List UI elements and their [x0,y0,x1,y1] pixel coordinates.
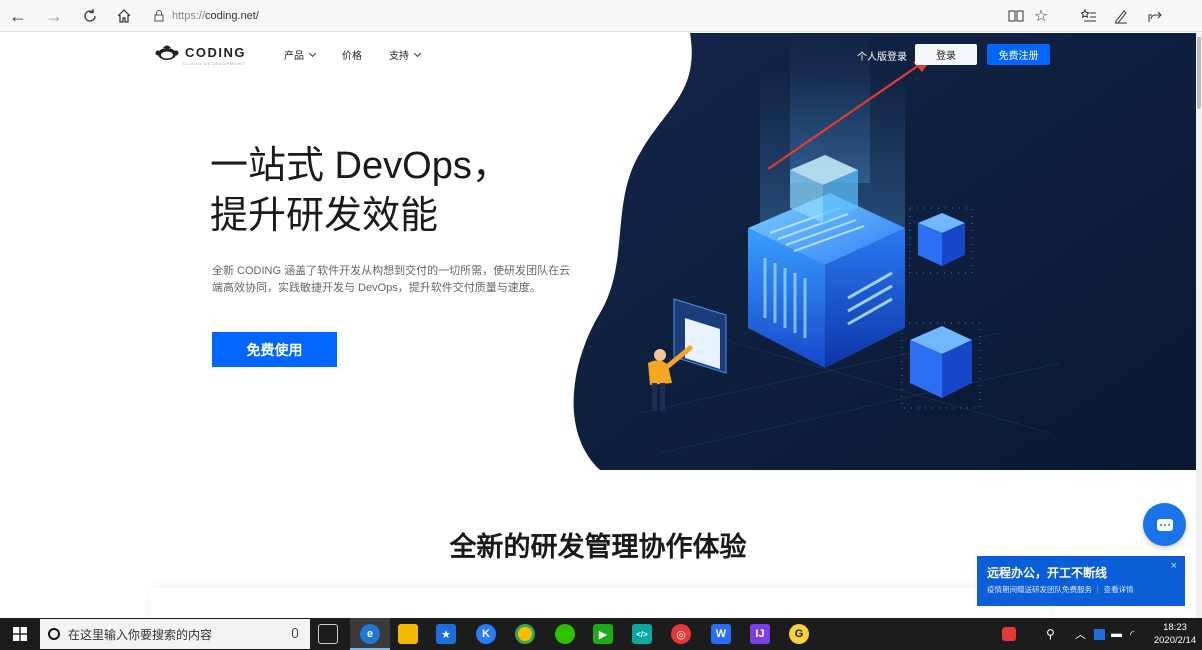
feature-card [150,588,1050,618]
hero-illustration [573,33,1196,470]
system-clock[interactable]: 18:23 2020/2/14 [1150,621,1200,647]
free-use-button[interactable]: 免费使用 [212,332,337,367]
logo-text: CODING [185,44,246,60]
nav-support-label: 支持 [389,51,409,62]
task-view-icon[interactable] [318,624,338,644]
promo-subtitle[interactable]: 疫情期间赠送研发团队免费服务 ｜ 查看详情 [987,584,1175,595]
code-editor-icon[interactable]: </> [632,624,652,644]
chat-bubble-icon [1156,518,1173,531]
tray-star-icon[interactable] [1094,618,1105,650]
personal-login-link[interactable]: 个人版登录 [857,48,907,63]
nav-products-label: 产品 [284,51,304,62]
share-icon[interactable] [1144,4,1166,28]
hero-title-line1: 一站式 DevOps， [210,145,510,187]
battery-icon[interactable]: ▬ [1111,618,1122,650]
favorite-star-icon[interactable]: ☆ [1030,4,1052,28]
scrollbar-thumb[interactable] [1197,37,1201,109]
browser-toolbar: ← → https://coding.net/ ☆ [0,0,1202,32]
people-icon[interactable]: ⚲ [1046,618,1055,650]
chat-button[interactable] [1143,503,1186,546]
clock-date: 2020/2/14 [1153,635,1197,646]
app-yellow-icon[interactable]: G [789,624,809,644]
edge-browser-icon[interactable]: e [360,624,380,644]
page-scrollbar[interactable] [1196,33,1202,618]
promo-title: 远程办公，开工不断线 [987,566,1108,580]
nav-support[interactable]: 支持 [389,47,422,62]
url-host: coding.net/ [205,10,259,22]
chevron-down-icon [308,49,317,57]
hero-title-line2: 提升研发效能 [210,195,439,237]
promo-banner[interactable]: 远程办公，开工不断线 疫情期间赠送研发团队免费服务 ｜ 查看详情 × [977,556,1185,606]
ide-icon[interactable]: IJ [750,624,770,644]
pen-icon[interactable] [1110,4,1132,28]
home-icon[interactable] [112,4,136,28]
wifi-icon[interactable]: ◜ [1130,618,1134,650]
cortana-icon [48,628,60,640]
app-star-icon[interactable]: ★ [436,624,456,644]
logo-subtext: CLOUD DEVELOPMENT [183,61,246,66]
back-arrow-icon[interactable]: ← [6,4,30,28]
kugou-music-icon[interactable]: K [476,624,496,644]
reading-view-icon[interactable] [1005,4,1027,28]
chevron-down-icon [413,49,422,57]
register-button[interactable]: 免费注册 [987,44,1050,65]
web-page: CODING CLOUD DEVELOPMENT 产品 价格 支持 个人版登录 … [0,33,1196,618]
wechat-icon[interactable] [555,624,575,644]
forward-arrow-icon[interactable]: → [42,4,66,28]
netease-music-icon[interactable]: ◎ [671,624,691,644]
nav-products[interactable]: 产品 [284,47,317,62]
coding-monkey-logo-icon [155,45,179,60]
video-player-icon[interactable]: ▶ [593,624,613,644]
nav-pricing[interactable]: 价格 [342,47,362,62]
clock-time: 18:23 [1163,622,1187,633]
hero-description: 全新 CODING 涵盖了软件开发从构想到交付的一切所需，使研发团队在云端高效协… [212,265,571,294]
windows-start-icon[interactable] [0,618,40,650]
nav-pricing-label: 价格 [342,51,362,62]
hero-title: 一站式 DevOps， 提升研发效能 [210,141,570,241]
login-button[interactable]: 登录 [915,44,977,65]
tray-app-icon[interactable] [1002,618,1016,650]
refresh-icon[interactable] [78,4,102,28]
taskbar-search-input[interactable]: 在这里输入你要搜索的内容 [40,619,310,649]
url-scheme: https:// [172,10,206,22]
taskbar-search-placeholder: 在这里输入你要搜索的内容 [68,627,213,642]
microphone-icon[interactable] [292,628,298,638]
address-bar[interactable]: https://coding.net/ [152,5,992,27]
coding-logo[interactable]: CODING CLOUD DEVELOPMENT [155,43,246,66]
wps-writer-icon[interactable]: W [711,624,731,644]
lock-icon [154,10,164,22]
show-hidden-icons-chevron-icon[interactable]: ︿ [1075,618,1086,650]
close-icon[interactable]: × [1171,560,1177,572]
file-explorer-icon[interactable] [398,624,418,644]
favorites-list-icon[interactable] [1078,4,1100,28]
windows-taskbar: 在这里输入你要搜索的内容 e ★ K ▶ </> ◎ W IJ G ⚲ ︿ ▬ … [0,618,1202,650]
chrome-icon[interactable] [515,624,535,644]
